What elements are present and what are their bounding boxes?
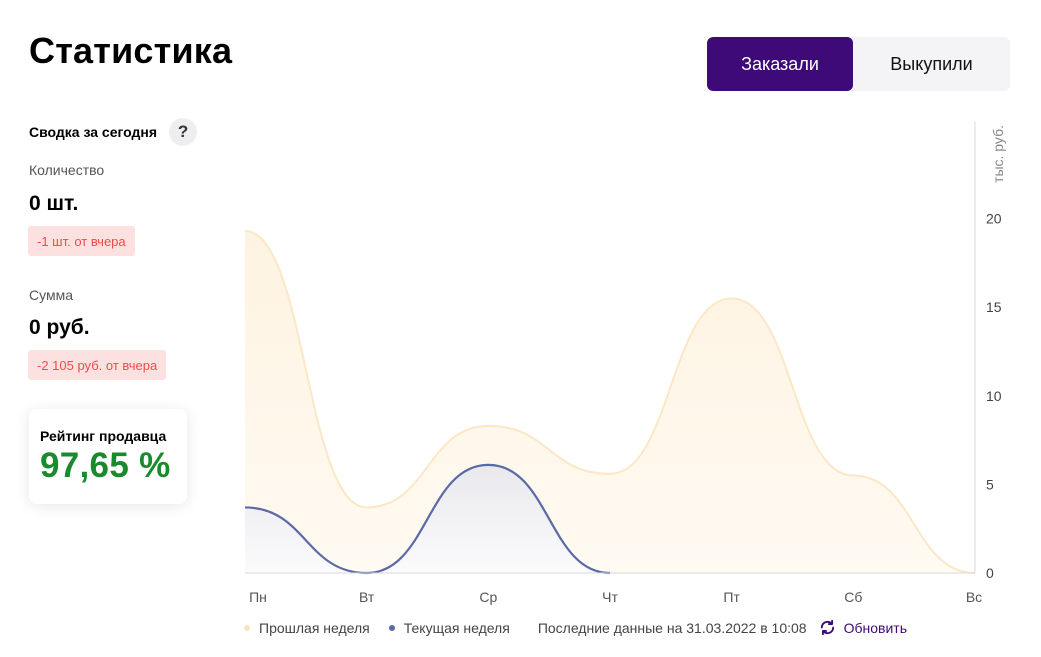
- weekly-orders-chart: Пн Вт Ср Чт Пт Сб Вс0 5 10 15 20 тыс. руб.: [244, 122, 1006, 605]
- y-tick-label: 10: [986, 388, 1002, 404]
- chart-areas: [244, 230, 976, 575]
- legend-dot-previous-week: [244, 624, 250, 631]
- series-area-previous-week: [245, 231, 975, 573]
- chart-legend: Прошлая неделя Текущая неделя Последние …: [244, 619, 907, 636]
- x-tick-label: Чт: [602, 589, 618, 605]
- y-tick-label: 20: [986, 211, 1002, 227]
- x-tick-label: Вт: [359, 589, 375, 605]
- y-tick-label: 0: [986, 565, 994, 581]
- x-tick-label: Пн: [249, 589, 267, 605]
- x-tick-label: Ср: [479, 589, 497, 605]
- refresh-button[interactable]: Обновить: [819, 619, 907, 636]
- refresh-icon: [820, 619, 834, 636]
- x-tick-label: Пт: [723, 589, 740, 605]
- x-tick-label: Вс: [966, 589, 982, 605]
- y-tick-label: 5: [986, 476, 994, 492]
- legend-label-previous-week: Прошлая неделя: [259, 619, 370, 636]
- legend-label-current-week: Текущая неделя: [403, 619, 510, 636]
- legend-item-current-week: Текущая неделя: [388, 619, 510, 636]
- y-axis-unit-label: тыс. руб.: [990, 125, 1006, 183]
- y-tick-label: 15: [986, 299, 1002, 315]
- statistics-page: Статистика Заказали Выкупили Сводка за с…: [0, 0, 1041, 657]
- last-updated-text: Последние данные на 31.03.2022 в 10:08: [537, 619, 807, 636]
- refresh-label: Обновить: [843, 619, 907, 636]
- legend-item-previous-week: Прошлая неделя: [244, 620, 370, 636]
- legend-dot-current-week: [388, 624, 395, 631]
- x-tick-label: Сб: [844, 589, 862, 605]
